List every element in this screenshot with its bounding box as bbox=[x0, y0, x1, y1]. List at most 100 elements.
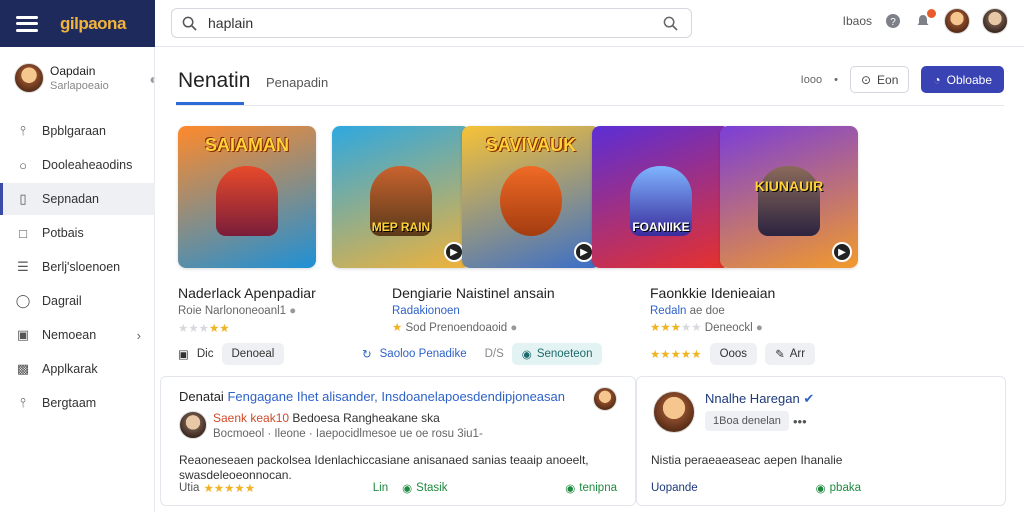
reviewer-name[interactable]: Saenk keak10 bbox=[213, 411, 289, 425]
user-avatar[interactable] bbox=[944, 8, 970, 34]
panel-avatar[interactable] bbox=[593, 387, 617, 411]
sidebar-item-label: Bpblgaraan bbox=[42, 124, 106, 138]
star-icon: ★ bbox=[178, 323, 189, 335]
sidebar-item-9[interactable]: ⫯ Bergtaam bbox=[0, 387, 155, 419]
secondary-pill-button[interactable]: ✎ Arr bbox=[765, 343, 816, 365]
star-icon: ★ bbox=[392, 322, 403, 334]
refresh-icon[interactable]: ↻ bbox=[362, 347, 372, 361]
review-meta: Bocmoeol · Ileone · Iaepocidlmesoe ue oe… bbox=[213, 428, 483, 440]
like-icon[interactable]: ▣ bbox=[178, 347, 189, 361]
sidebar-item-label: Berlj'sloenoen bbox=[42, 260, 121, 274]
reviewer-line: Saenk keak10 Bedoesa Rangheakane ska bbox=[213, 411, 440, 425]
sidebar: Oapdain Sarlapoeaio ◐ ⫯ Bpblgaraan ○ Doole… bbox=[0, 47, 158, 512]
sidebar-item-6[interactable]: ◯ Dagrail bbox=[0, 285, 155, 317]
play-icon[interactable]: ▶ bbox=[444, 242, 464, 262]
sidebar-item-7[interactable]: ▣ Nemoean › bbox=[0, 319, 155, 351]
search-input[interactable] bbox=[208, 15, 663, 31]
game-tile[interactable]: SAVIVAUK ▶ bbox=[462, 126, 600, 268]
star-icon: ★ bbox=[650, 322, 661, 334]
check-icon: ◉ bbox=[565, 483, 576, 495]
sidebar-item-label: Nemoean bbox=[42, 328, 97, 342]
rating: ★★★★★ Deneockl ● bbox=[650, 320, 763, 334]
play-icon[interactable]: ▶ bbox=[574, 242, 594, 262]
sidebar-item-4[interactable]: □ Potbais bbox=[0, 217, 155, 249]
primary-button[interactable]: ◔ Obloabe bbox=[921, 66, 1004, 93]
game-title[interactable]: Naderlack Apenpadiar bbox=[178, 285, 316, 301]
list-icon: ☰ bbox=[17, 259, 29, 274]
hamburger-menu-icon[interactable] bbox=[16, 15, 38, 32]
panel-heading-link[interactable]: Fengagane Ihet alisander, Insdoanelapoes… bbox=[227, 389, 565, 404]
star-icon: ★ bbox=[188, 323, 199, 335]
game-meta-link[interactable]: Radakionoen bbox=[392, 305, 460, 317]
game-title[interactable]: Faonkkie Idenieaian bbox=[650, 285, 775, 301]
sidebar-item-label: Dooleaheaodins bbox=[42, 158, 133, 172]
game-tile-title: SAVIVAUK bbox=[485, 135, 577, 155]
profile-toggle-icon[interactable]: ◐ bbox=[150, 71, 158, 87]
help-icon[interactable]: ? bbox=[884, 12, 902, 30]
game-meta: Roie Narlononeoanl1 ● bbox=[178, 305, 296, 317]
pin-icon: ⫯ bbox=[20, 123, 26, 138]
game-tile[interactable]: MEP RAIN ▶ bbox=[332, 126, 470, 268]
document-icon: ▯ bbox=[19, 191, 27, 206]
svg-text:?: ? bbox=[890, 17, 896, 28]
sidebar-item-label: Dagrail bbox=[42, 294, 82, 308]
rating-text: Deneockl bbox=[704, 322, 753, 334]
reviewer-avatar[interactable] bbox=[179, 411, 207, 439]
action-label[interactable]: Dic bbox=[197, 348, 214, 360]
star-icon: ★ bbox=[680, 322, 692, 334]
page-title[interactable]: Nenatin bbox=[178, 69, 250, 93]
sidebar-item-8[interactable]: ▩ Applkarak bbox=[0, 353, 155, 385]
app-logo[interactable]: gilpaona bbox=[60, 14, 126, 34]
profile-block[interactable]: Oapdain Sarlapoeaio ◐ bbox=[14, 63, 158, 93]
sidebar-item-2[interactable]: ○ Dooleaheaodins bbox=[0, 149, 155, 181]
card-actions: ↻ Saoloo Penadike D/S ◉ Senoeteon bbox=[362, 343, 603, 365]
play-icon[interactable]: ▶ bbox=[832, 242, 852, 262]
chat-icon: ◯ bbox=[15, 293, 31, 308]
outline-button[interactable]: ⊙ Eon bbox=[849, 66, 910, 93]
review-footer-mid[interactable]: Lin bbox=[373, 482, 388, 494]
card-pill-button[interactable]: ◉ Senoeteon bbox=[511, 343, 603, 365]
tab-secondary[interactable]: Penapadin bbox=[266, 75, 328, 90]
sidebar-item-label: Potbais bbox=[42, 226, 84, 240]
second-avatar[interactable] bbox=[982, 8, 1008, 34]
game-tile[interactable]: FOANIIKE bbox=[592, 126, 730, 268]
notification-icon[interactable] bbox=[914, 9, 936, 30]
profile-avatar bbox=[14, 63, 44, 93]
review-status[interactable]: Stasik bbox=[416, 482, 447, 494]
game-tile-subtitle: MEP RAIN bbox=[371, 220, 431, 234]
profile-panel-name[interactable]: Nnalhe Haregan ✔ bbox=[705, 391, 814, 407]
sidebar-item-label: Sepnadan bbox=[42, 192, 100, 206]
game-title[interactable]: Dengiarie Naistinel ansain bbox=[392, 285, 555, 301]
review-footer-right[interactable]: tenipna bbox=[579, 482, 617, 494]
sidebar-item-3[interactable]: ▯ Sepnadan bbox=[0, 183, 155, 215]
more-options-icon[interactable]: ••• bbox=[793, 414, 807, 429]
primary-button-label: Obloabe bbox=[946, 72, 992, 87]
action-link[interactable]: Saoloo Penadike bbox=[380, 348, 467, 360]
search-submit-icon[interactable] bbox=[663, 14, 681, 32]
profile-footer-left[interactable]: Uopande bbox=[651, 482, 698, 494]
chevron-right-icon: › bbox=[136, 327, 141, 343]
card-pill-button[interactable]: Ooos bbox=[709, 343, 758, 365]
profile-panel-avatar[interactable] bbox=[653, 391, 695, 433]
header-small-link[interactable]: Iooo bbox=[801, 74, 822, 86]
game-tile-subtitle: KIUNAUIR bbox=[754, 178, 824, 194]
sidebar-item-1[interactable]: ⫯ Bpblgaraan bbox=[0, 115, 155, 147]
profile-footer-right[interactable]: pbaka bbox=[830, 482, 861, 494]
sidebar-item-5[interactable]: ☰ Berlj'sloenoen bbox=[0, 251, 155, 283]
edit-icon: ⊙ bbox=[860, 72, 872, 87]
game-tile[interactable]: SAIAMAN bbox=[178, 126, 316, 268]
card-pill-button[interactable]: Denoeal bbox=[221, 343, 285, 365]
game-meta-text: ae doe bbox=[689, 305, 725, 317]
sidebar-item-label: Applkarak bbox=[42, 362, 98, 376]
reviewer-line-text: Bedoesa Rangheakane ska bbox=[292, 411, 440, 425]
rating: ★★★★★ bbox=[178, 321, 230, 335]
review-footer-label: Utia bbox=[179, 482, 200, 494]
game-tile[interactable]: KIUNAUIR ▶ bbox=[720, 126, 858, 268]
search-box[interactable] bbox=[171, 8, 692, 38]
game-meta-text: Roie Narlononeoanl1 bbox=[178, 305, 287, 317]
profile-tag[interactable]: 1Boa denelan bbox=[705, 411, 789, 431]
game-meta-link[interactable]: Redaln bbox=[650, 305, 686, 317]
check-icon: ◉ bbox=[521, 349, 532, 361]
game-art bbox=[758, 166, 820, 236]
top-link[interactable]: Ibaos bbox=[843, 14, 872, 28]
